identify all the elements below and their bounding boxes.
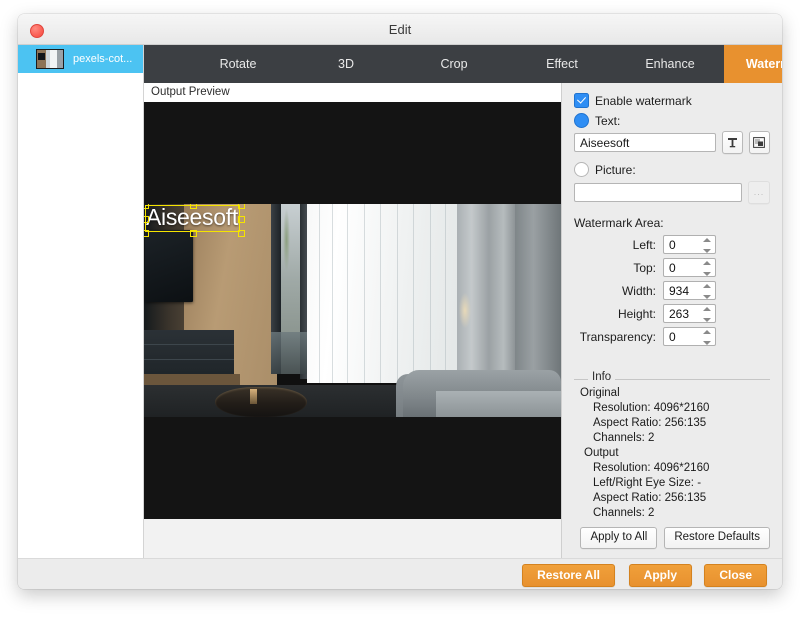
apply-to-all-button[interactable]: Apply to All <box>580 527 657 549</box>
transparency-stepper-arrows[interactable] <box>702 330 711 345</box>
scene-sheer-curtain <box>307 204 457 383</box>
left-value: 0 <box>669 236 676 254</box>
watermark-handle-nw[interactable] <box>144 204 149 209</box>
text-radio[interactable] <box>574 113 589 128</box>
watermark-handle-e[interactable] <box>238 216 245 223</box>
width-label: Width: <box>574 284 663 298</box>
restore-all-button[interactable]: Restore All <box>522 564 615 587</box>
watermark-handle-n[interactable] <box>190 204 197 209</box>
info-output-eye-size: Left/Right Eye Size: - <box>580 476 770 491</box>
info-legend-label: Info <box>588 371 615 383</box>
video-frame[interactable]: Aiseesoft <box>144 204 561 417</box>
edit-window: Edit pexels-cot... Rotate 3D Crop Effect… <box>18 14 782 589</box>
watermark-text-row: Aiseesoft <box>574 131 770 154</box>
edit-tab-bar[interactable]: Rotate 3D Crop Effect Enhance Watermark <box>144 45 782 83</box>
tab-enhance[interactable]: Enhance <box>616 45 724 83</box>
watermark-handle-sw[interactable] <box>144 230 149 237</box>
top-label: Top: <box>574 261 663 275</box>
info-original-heading: Original <box>580 386 770 401</box>
transparency-label: Transparency: <box>574 330 663 344</box>
tabbar-left-spacer <box>144 45 184 83</box>
info-output-aspect-ratio: Aspect Ratio: 256:135 <box>580 491 770 506</box>
width-value: 934 <box>669 282 689 300</box>
file-name-label: pexels-cot... <box>73 53 132 65</box>
list-item[interactable]: pexels-cot... <box>18 45 143 73</box>
output-preview-pane: Output Preview <box>144 83 562 558</box>
scene-table <box>215 387 307 417</box>
height-label: Height: <box>574 307 663 321</box>
watermark-handle-se[interactable] <box>238 230 245 237</box>
width-stepper[interactable]: 934 <box>663 281 716 300</box>
left-stepper[interactable]: 0 <box>663 235 716 254</box>
window-title: Edit <box>18 14 782 45</box>
top-stepper[interactable]: 0 <box>663 258 716 277</box>
watermark-handle-ne[interactable] <box>238 204 245 209</box>
picture-radio[interactable] <box>574 162 589 177</box>
top-field-row: Top: 0 <box>574 258 770 277</box>
tab-watermark[interactable]: Watermark <box>724 45 782 83</box>
width-stepper-arrows[interactable] <box>702 284 711 299</box>
watermark-handle-w[interactable] <box>144 216 149 223</box>
apply-button[interactable]: Apply <box>629 564 692 587</box>
video-stage[interactable]: Aiseesoft <box>144 102 561 519</box>
text-option-label: Text: <box>595 114 620 128</box>
left-stepper-arrows[interactable] <box>702 238 711 253</box>
watermark-settings-panel: Enable watermark Text: Aiseesoft Picture… <box>562 83 782 558</box>
watermark-overlay[interactable]: Aiseesoft <box>145 205 240 232</box>
picture-option-row[interactable]: Picture: <box>574 162 770 177</box>
scene-television <box>145 230 193 302</box>
watermark-picture-input[interactable] <box>574 183 742 202</box>
transparency-value: 0 <box>669 328 676 346</box>
browse-picture-button[interactable]: ... <box>748 181 770 204</box>
picture-option-label: Picture: <box>595 163 636 177</box>
watermark-text-input[interactable]: Aiseesoft <box>574 133 716 152</box>
height-stepper[interactable]: 263 <box>663 304 716 323</box>
info-output-heading: Output <box>580 446 770 461</box>
transparency-field-row: Transparency: 0 <box>574 327 770 346</box>
info-original-aspect-ratio: Aspect Ratio: 256:135 <box>580 416 770 431</box>
enable-watermark-row[interactable]: Enable watermark <box>574 93 770 108</box>
text-option-row[interactable]: Text: <box>574 113 770 128</box>
watermark-picture-row: ... <box>574 181 770 204</box>
info-legend: Info <box>574 373 770 385</box>
title-bar: Edit <box>18 14 782 45</box>
height-field-row: Height: 263 <box>574 304 770 323</box>
tab-effect[interactable]: Effect <box>508 45 616 83</box>
height-stepper-arrows[interactable] <box>702 307 711 322</box>
restore-defaults-button[interactable]: Restore Defaults <box>664 527 770 549</box>
tab-3d[interactable]: 3D <box>292 45 400 83</box>
output-preview-label: Output Preview <box>144 83 561 102</box>
info-output-resolution: Resolution: 4096*2160 <box>580 461 770 476</box>
panel-button-group: Apply to All Restore Defaults <box>573 527 770 549</box>
info-output-channels: Channels: 2 <box>580 506 770 521</box>
tab-rotate[interactable]: Rotate <box>184 45 292 83</box>
left-field-row: Left: 0 <box>574 235 770 254</box>
color-icon[interactable] <box>749 131 770 154</box>
footer-bar: Restore All Apply Close <box>18 558 782 589</box>
info-body: Original Resolution: 4096*2160 Aspect Ra… <box>574 385 770 521</box>
enable-watermark-label: Enable watermark <box>595 94 692 108</box>
top-stepper-arrows[interactable] <box>702 261 711 276</box>
enable-watermark-checkbox[interactable] <box>574 93 589 108</box>
file-thumbnail <box>36 49 64 69</box>
top-value: 0 <box>669 259 676 277</box>
watermark-selection-box <box>145 205 240 232</box>
tab-crop[interactable]: Crop <box>400 45 508 83</box>
close-button[interactable]: Close <box>704 564 767 587</box>
width-field-row: Width: 934 <box>574 281 770 300</box>
height-value: 263 <box>669 305 689 323</box>
font-icon[interactable] <box>722 131 743 154</box>
watermark-area-label: Watermark Area: <box>574 216 770 230</box>
info-original-channels: Channels: 2 <box>580 431 770 446</box>
watermark-handle-s[interactable] <box>190 230 197 237</box>
browse-button-label: ... <box>754 188 765 197</box>
info-original-resolution: Resolution: 4096*2160 <box>580 401 770 416</box>
info-group: Info Original Resolution: 4096*2160 Aspe… <box>574 373 770 521</box>
file-list-sidebar[interactable]: pexels-cot... <box>18 45 144 558</box>
left-label: Left: <box>574 238 663 252</box>
transparency-stepper[interactable]: 0 <box>663 327 716 346</box>
